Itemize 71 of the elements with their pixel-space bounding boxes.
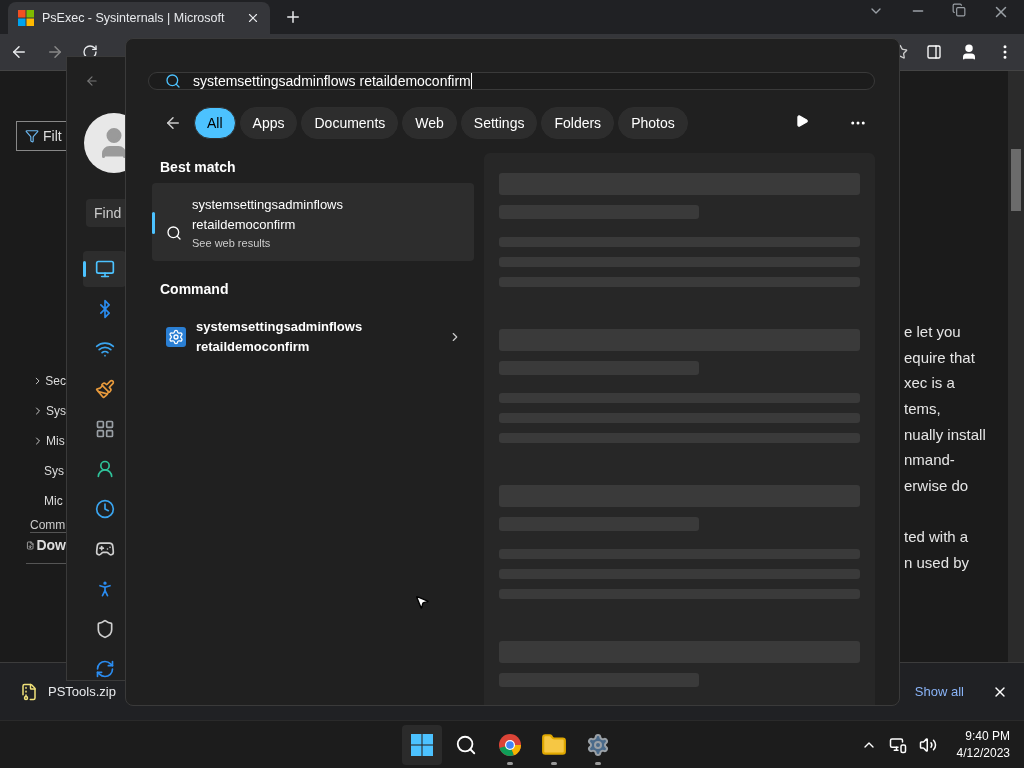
taskbar-app[interactable] — [402, 725, 442, 765]
article-text: erwise do — [904, 477, 969, 495]
mouse-pointer-icon — [414, 594, 430, 610]
restore-icon[interactable] — [952, 3, 966, 17]
settings-icon — [166, 327, 186, 347]
article-text: ted with a — [904, 527, 969, 545]
show-all-link[interactable]: Show all — [914, 684, 964, 699]
forward-icon[interactable] — [46, 43, 64, 61]
result-title: systemsettingsadminflows retaildemoconfirm — [196, 318, 364, 356]
find-field[interactable]: Find — [86, 199, 125, 227]
play-icon[interactable] — [795, 114, 809, 128]
scrollbar[interactable] — [1008, 71, 1024, 662]
apps-icon — [94, 419, 115, 439]
section-heading: Command — [159, 280, 230, 299]
article-text: nmand- — [904, 451, 955, 469]
wifi-icon — [94, 339, 115, 359]
search-field[interactable]: systemsettingsadminflows retaildemoconfirm — [148, 72, 875, 90]
profile-icon[interactable] — [960, 43, 978, 61]
article-text: nually install — [904, 425, 986, 443]
filter-tab[interactable]: Photos — [618, 107, 688, 139]
new-tab-icon[interactable] — [284, 8, 302, 26]
update-icon — [94, 659, 115, 679]
back-icon[interactable] — [10, 43, 28, 61]
filter-tab[interactable]: Folders — [541, 107, 615, 139]
filter-tab[interactable]: Apps — [239, 107, 298, 139]
folder-icon — [541, 732, 567, 758]
toc-item[interactable]: Sec — [45, 373, 66, 388]
settings-icon — [586, 733, 610, 757]
article-text: xec is a — [904, 374, 955, 392]
filter-tab[interactable]: Documents — [301, 107, 399, 139]
chrome-icon — [498, 733, 522, 757]
side-panel-icon[interactable] — [926, 44, 942, 60]
toc-item[interactable]: Sys — [46, 403, 66, 418]
microsoft-logo-icon — [18, 10, 34, 26]
person-icon — [94, 459, 115, 479]
section-heading: Best match — [159, 158, 237, 177]
search-icon — [166, 225, 182, 241]
search-result[interactable]: systemsettingsadminflows retaildemoconfirm — [152, 305, 474, 369]
browser-tab[interactable]: PsExec - Sysinternals | Microsoft — [8, 2, 270, 34]
clock[interactable]: 9:40 PM 4/12/2023 — [956, 727, 1010, 762]
search-result[interactable]: systemsettingsadminflows retaildemoconfirm See web results — [152, 183, 474, 261]
result-subtitle: See web results — [192, 237, 272, 249]
filter-tab[interactable]: Web — [402, 107, 457, 139]
download-item[interactable]: PSTools.zip — [48, 684, 116, 699]
download-link[interactable]: Dow — [36, 537, 66, 553]
article-text: equire that — [904, 348, 975, 366]
article-text: n used by — [904, 553, 970, 571]
network-icon[interactable] — [888, 735, 907, 754]
toc-item[interactable]: Mic — [44, 493, 63, 508]
display-icon — [94, 259, 115, 279]
clock-icon — [94, 499, 115, 519]
gamepad-icon — [94, 539, 115, 559]
nav-item[interactable] — [83, 251, 125, 287]
toc-item[interactable]: Mis — [46, 433, 65, 448]
article-text: tems, — [904, 400, 941, 418]
toc-item[interactable]: Sys — [44, 463, 64, 478]
close-icon[interactable] — [246, 11, 260, 25]
paintbrush-icon — [94, 379, 115, 399]
search-icon — [455, 734, 477, 756]
search-icon — [165, 73, 181, 89]
result-title: systemsettingsadminflows retaildemoconfirm — [192, 196, 344, 234]
download-icon — [26, 538, 35, 552]
filter-icon — [25, 129, 39, 143]
article-text: e let you — [904, 323, 961, 340]
zip-file-icon — [20, 682, 38, 701]
back-icon[interactable] — [164, 114, 182, 132]
filter-tab[interactable]: Settings — [460, 107, 538, 139]
windows-logo-icon — [411, 734, 433, 756]
filter-tab[interactable]: All — [194, 107, 236, 139]
toc-item[interactable]: Comm — [30, 518, 66, 532]
volume-icon[interactable] — [918, 735, 937, 754]
